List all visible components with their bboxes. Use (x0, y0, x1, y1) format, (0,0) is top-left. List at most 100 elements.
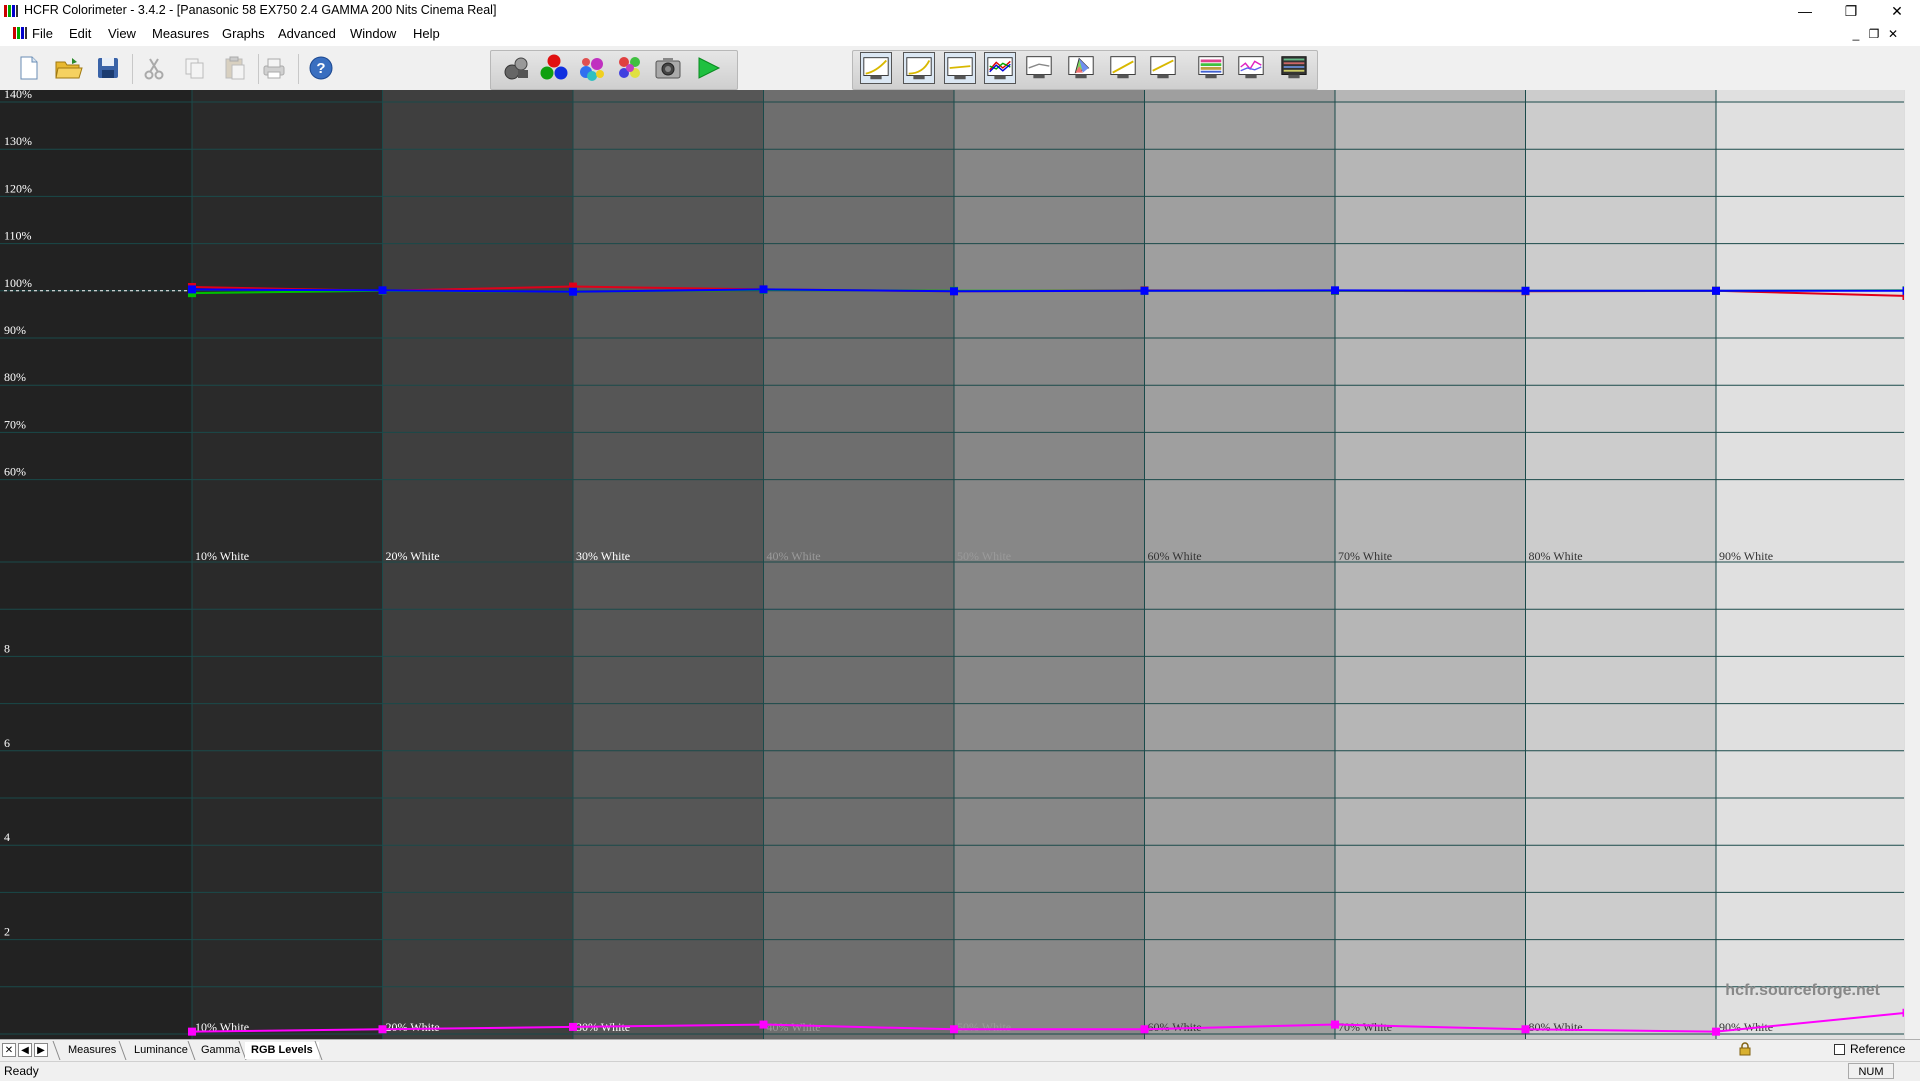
copy-icon[interactable] (178, 52, 210, 84)
blue-data-point (188, 285, 196, 294)
open-folder-icon[interactable] (52, 52, 84, 84)
cut-icon[interactable] (138, 52, 170, 84)
gamma-graph-icon[interactable] (903, 52, 935, 84)
hcfr-app-icon (4, 5, 18, 17)
blue-data-point (1331, 286, 1339, 295)
y-tick-label: 100% (4, 276, 32, 290)
background-band (763, 90, 955, 1039)
x-tick-label: 20% White (386, 549, 440, 563)
tab-measures[interactable]: Measures (62, 1042, 122, 1059)
magenta-data-point (1521, 1025, 1530, 1034)
x-tick-label: 20% White (386, 1020, 440, 1034)
saturation-shift-icon[interactable] (1148, 52, 1180, 84)
y-tick-label: 70% (4, 417, 26, 431)
blue-data-point (1140, 286, 1149, 295)
magenta-data-point (378, 1025, 387, 1034)
help-icon[interactable]: ? (305, 52, 337, 84)
rgb-levels-graph-icon[interactable] (984, 52, 1016, 84)
magenta-data-point (569, 1022, 577, 1031)
svg-text:?: ? (316, 60, 325, 77)
view-tab-bar: ✕ ◀ ▶ Measures Luminance Gamma RGB Level… (0, 1039, 1920, 1062)
measures-table-icon[interactable] (1279, 52, 1311, 84)
background-band (1144, 90, 1336, 1039)
menu-window[interactable]: Window (350, 26, 396, 41)
num-lock-indicator: NUM (1848, 1063, 1894, 1079)
y-tick-label: 90% (4, 323, 26, 337)
y-tick-label: 140% (4, 90, 32, 101)
x-tick-label: 30% White (576, 549, 630, 563)
magenta-data-point (1712, 1027, 1720, 1036)
toolbar-separator (132, 54, 133, 84)
menu-file[interactable]: File (32, 26, 53, 41)
y-tick-label: 80% (4, 370, 26, 384)
toolbar-separator (298, 54, 299, 84)
background-band (192, 90, 384, 1039)
menu-view[interactable]: View (108, 26, 136, 41)
measure-primaries-icon[interactable] (538, 52, 570, 84)
magenta-data-point (188, 1027, 196, 1036)
x-tick-label: 80% White (1529, 549, 1583, 563)
measure-colors-icon[interactable] (614, 52, 646, 84)
document-icon[interactable] (12, 25, 28, 41)
tab-rgb-levels[interactable]: RGB Levels (245, 1042, 319, 1059)
background-band (1335, 90, 1527, 1039)
tab-divider (52, 1041, 61, 1060)
close-view-button[interactable]: ✕ (2, 1043, 16, 1057)
y-tick-label: 110% (4, 229, 32, 243)
background-band (382, 90, 574, 1039)
menu-graphs[interactable]: Graphs (222, 26, 265, 41)
menu-help[interactable]: Help (413, 26, 440, 41)
close-button[interactable]: ✕ (1874, 0, 1920, 22)
tab-gamma[interactable]: Gamma (195, 1042, 246, 1059)
save-icon[interactable] (92, 52, 124, 84)
lock-icon[interactable] (1738, 1042, 1752, 1056)
menu-advanced[interactable]: Advanced (278, 26, 336, 41)
luminance-graph-icon[interactable] (860, 52, 892, 84)
print-icon[interactable] (258, 52, 290, 84)
x-tick-label: 90% White (1719, 549, 1773, 563)
mdi-minimize-button[interactable]: _ (1848, 26, 1864, 42)
saturation-luminance-icon[interactable] (1108, 52, 1140, 84)
paste-icon[interactable] (218, 52, 250, 84)
tab-scroll-left-button[interactable]: ◀ (18, 1043, 32, 1057)
tab-scroll-right-button[interactable]: ▶ (34, 1043, 48, 1057)
title-bar: HCFR Colorimeter - 3.4.2 - [Panasonic 58… (0, 0, 1920, 22)
x-tick-label: 60% White (1148, 1020, 1202, 1034)
color-temp-graph-icon[interactable] (1024, 52, 1056, 84)
camera-icon[interactable] (652, 52, 684, 84)
x-tick-label: 60% White (1148, 549, 1202, 563)
magenta-data-point (1140, 1025, 1149, 1034)
sensor-icon[interactable] (500, 52, 532, 84)
tab-luminance[interactable]: Luminance (128, 1042, 194, 1059)
x-tick-label: 80% White (1529, 1020, 1583, 1034)
y-tick-label: 2 (4, 925, 10, 939)
mdi-close-button[interactable]: ✕ (1885, 26, 1901, 42)
y-tick-label: 60% (4, 465, 26, 479)
menu-bar: File Edit View Measures Graphs Advanced … (0, 22, 1920, 46)
x-tick-label: 40% White (767, 549, 821, 563)
mdi-restore-button[interactable]: ❐ (1866, 26, 1882, 42)
menu-measures[interactable]: Measures (152, 26, 209, 41)
restore-button[interactable]: ❐ (1828, 0, 1874, 22)
menu-edit[interactable]: Edit (69, 26, 91, 41)
blue-data-point (759, 285, 768, 294)
x-tick-label: 10% White (195, 549, 249, 563)
minimize-button[interactable]: — (1782, 0, 1828, 22)
blue-data-point (1712, 286, 1720, 295)
status-bar: Ready NUM (0, 1061, 1920, 1081)
status-text: Ready (4, 1064, 39, 1078)
background-band (954, 90, 1146, 1039)
vertical-scrollbar[interactable] (1904, 90, 1920, 1039)
run-icon[interactable] (692, 52, 724, 84)
colorchecker-icon[interactable] (1196, 52, 1228, 84)
rgb-levels-graph[interactable]: 60% 70% 80% 90% 100% 110% 120% 130% 140% 2 4 6 8 10… (0, 90, 1904, 1039)
delta-e-graph-icon[interactable] (1236, 52, 1268, 84)
measure-secondaries-icon[interactable] (576, 52, 608, 84)
blue-data-point (569, 287, 577, 296)
gamma-log-graph-icon[interactable] (944, 52, 976, 84)
reference-checkbox[interactable] (1834, 1044, 1845, 1055)
cie-chart-icon[interactable] (1066, 52, 1098, 84)
blue-data-point (1521, 286, 1530, 295)
background-band (1525, 90, 1717, 1039)
new-document-icon[interactable] (12, 52, 44, 84)
